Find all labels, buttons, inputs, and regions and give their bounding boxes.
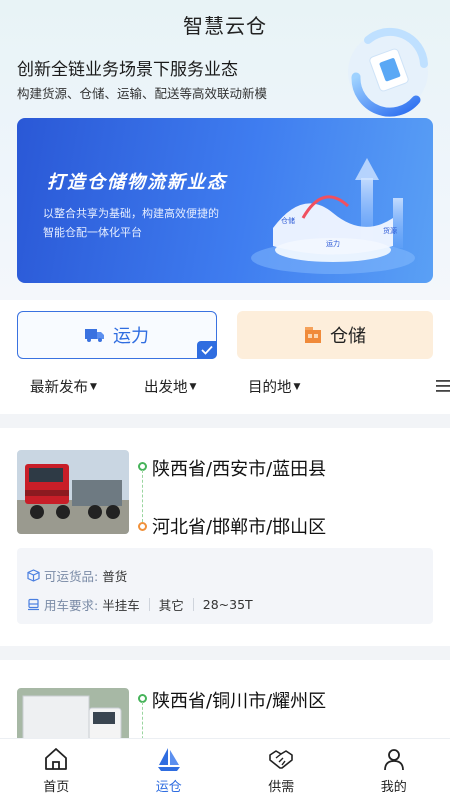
nav-home-label: 首页: [43, 779, 70, 795]
truck-icon: [85, 327, 105, 343]
banner-title: 打造仓储物流新业态: [47, 172, 227, 193]
art-label-huoyuan: 货源: [383, 226, 397, 235]
handshake-icon: [269, 749, 294, 769]
category-tabs-area: 运力 仓储 最新发布 ▼ 出发地 ▼ 目的地 ▼: [0, 300, 450, 414]
goods-row: 可运货品: 普货: [27, 566, 127, 585]
filter-bar: 最新发布 ▼ 出发地 ▼ 目的地 ▼: [0, 376, 450, 400]
origin-text: 陕西省/西安市/蓝田县: [152, 459, 327, 480]
divider: [192, 598, 194, 611]
tab-yunli-label: 运力: [113, 326, 149, 347]
goods-value: 普货: [102, 569, 128, 584]
nav-supply-demand[interactable]: 供需: [225, 739, 338, 800]
nav-yuncang-label: 运仓: [155, 779, 182, 795]
logistics-illustration-icon: 仓储 运力 货源: [251, 158, 415, 274]
route-line: [142, 470, 143, 522]
nav-supply-demand-label: 供需: [268, 779, 295, 795]
requirement-label: 用车要求:: [44, 598, 99, 613]
package-icon: [27, 569, 40, 582]
art-label-cangchu: 仓储: [281, 216, 295, 225]
caret-down-icon: ▼: [189, 381, 197, 392]
listing-info-box: 可运货品: 普货 用车要求: 半挂车 其它 28~35T: [17, 548, 433, 624]
origin-text: 陕西省/铜川市/耀州区: [152, 691, 327, 712]
nav-mine[interactable]: 我的: [338, 739, 450, 800]
nav-yuncang[interactable]: 运仓: [113, 739, 226, 800]
art-label-yunli: 运力: [326, 239, 340, 248]
truck-photo: [17, 688, 129, 740]
goods-label: 可运货品:: [44, 569, 99, 584]
slogan-subtitle: 构建货源、仓储、运输、配送等高效联动新模: [17, 86, 268, 101]
route-line: [142, 702, 143, 740]
slogan: 创新全链业务场景下服务业态: [17, 60, 238, 80]
destination-dot-icon: [138, 522, 147, 531]
warehouse-icon: [304, 326, 322, 344]
sail-icon: [157, 747, 180, 771]
truck-photo: [17, 450, 129, 534]
divider: [148, 598, 150, 611]
bottom-navigation: 首页 运仓 供需 我的: [0, 738, 450, 800]
filter-latest-label: 最新发布: [30, 380, 88, 396]
requirement-value: 其它: [158, 598, 184, 613]
home-icon: [45, 747, 68, 770]
filter-origin-label: 出发地: [144, 380, 188, 396]
vehicle-requirement-icon: [28, 598, 39, 611]
more-menu-icon[interactable]: [434, 378, 450, 394]
requirement-value: 28~35T: [202, 597, 253, 612]
listing-card[interactable]: 陕西省/铜川市/耀州区: [0, 660, 450, 740]
filter-origin[interactable]: 出发地 ▼: [144, 376, 196, 397]
hero-section: 智慧云仓 创新全链业务场景下服务业态 构建货源、仓储、运输、配送等高效联动新模 …: [0, 0, 450, 300]
destination-text: 河北省/邯郸市/邯山区: [152, 517, 327, 538]
globe-logo-icon: [348, 27, 428, 117]
filter-destination[interactable]: 目的地 ▼: [248, 376, 300, 397]
filter-destination-label: 目的地: [248, 380, 292, 396]
requirement-row: 用车要求: 半挂车 其它 28~35T: [27, 595, 253, 614]
nav-home[interactable]: 首页: [0, 739, 113, 800]
requirement-value: 半挂车: [102, 598, 140, 613]
caret-down-icon: ▼: [293, 381, 301, 392]
tab-cangchu[interactable]: 仓储: [237, 311, 433, 359]
listing-card[interactable]: 陕西省/西安市/蓝田县 河北省/邯郸市/邯山区 可运货品: 普货 用车要求: 半…: [0, 428, 450, 646]
banner-subtitle: 以整合共享为基础，构建高效便捷的智能仓配一体化平台: [43, 207, 219, 239]
tab-yunli[interactable]: 运力: [17, 311, 217, 359]
promo-banner[interactable]: 打造仓储物流新业态 以整合共享为基础，构建高效便捷的智能仓配一体化平台 仓储 运…: [17, 118, 433, 283]
filter-latest[interactable]: 最新发布 ▼: [30, 376, 97, 397]
user-icon: [383, 748, 404, 770]
caret-down-icon: ▼: [90, 381, 97, 392]
check-icon: [197, 341, 217, 359]
tab-cangchu-label: 仓储: [330, 326, 366, 347]
nav-mine-label: 我的: [380, 779, 407, 795]
